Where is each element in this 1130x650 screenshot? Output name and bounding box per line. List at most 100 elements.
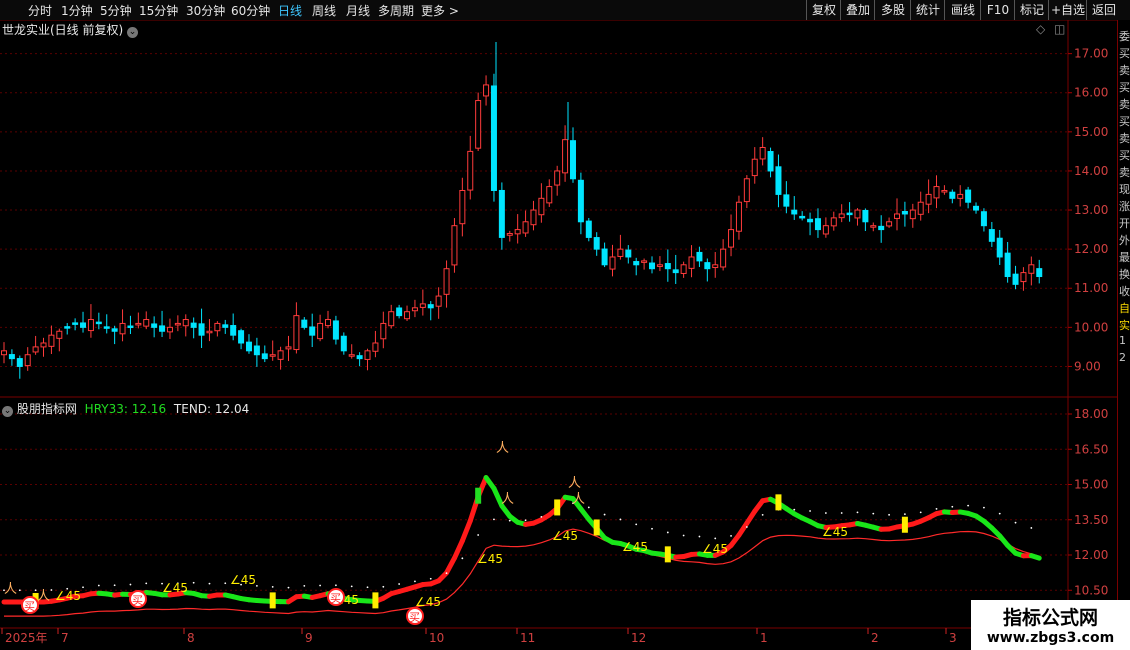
candle-body (704, 262, 711, 270)
price-tick-label: 9.00 (1074, 359, 1101, 373)
peak-person-icon: 人 (37, 589, 50, 604)
candle-body (807, 218, 814, 223)
envelope-dot (477, 534, 480, 536)
envelope-dot (682, 534, 685, 537)
watermark-title: 指标公式网 (1002, 607, 1098, 629)
candle-body (901, 211, 908, 215)
angle-label: ∠45 (822, 525, 848, 539)
indicator-tick-label: 18.00 (1074, 407, 1108, 421)
candle-body (388, 311, 395, 327)
envelope-dot (603, 513, 606, 516)
envelope-dot (382, 585, 385, 588)
envelope-dot (366, 586, 369, 589)
candle-body (411, 307, 418, 312)
trend-ribbon-seg (1028, 553, 1042, 561)
candle-body (40, 342, 47, 348)
candle-body (372, 342, 379, 352)
candle-body (340, 335, 347, 352)
stock-chart-canvas[interactable]: 17.00 16.00 15.00 14.00 13.00 12.00 11.00 10.00… (0, 0, 1130, 650)
candle-body (293, 315, 300, 351)
signal-bar (901, 516, 908, 533)
candle-body (498, 189, 505, 238)
candle-body (230, 325, 237, 336)
candle-body (166, 326, 173, 333)
candle-body (720, 248, 727, 268)
strip-char-7: 买 (1119, 149, 1130, 162)
candle-body (562, 139, 569, 174)
candle-body (569, 140, 576, 180)
candle-body (751, 158, 758, 177)
envelope-dot (192, 581, 195, 584)
signal-bar (593, 519, 600, 536)
strip-char-15: 收 (1119, 285, 1130, 298)
window-icon[interactable]: ◫ (1054, 22, 1065, 36)
candle-body (514, 229, 521, 235)
candle-body (617, 248, 624, 257)
signal-bar (475, 487, 482, 504)
candle-body (925, 193, 932, 205)
trend-ribbon-seg (451, 538, 465, 561)
envelope-dot (745, 526, 748, 528)
collapse-icon[interactable]: ⌄ (2, 406, 13, 417)
candle-body (996, 237, 1003, 258)
candle-body (48, 334, 55, 347)
candle-body (364, 350, 371, 360)
envelope-dot (461, 557, 464, 560)
candle-body (356, 355, 363, 360)
envelope-dot (856, 511, 859, 514)
candle-body (245, 341, 252, 352)
envelope-dot (129, 583, 132, 586)
indicator-title: 股朋指标网 (16, 402, 77, 416)
candle-body (119, 322, 126, 335)
price-tick-label: 16.00 (1074, 86, 1108, 100)
signal-bar (554, 499, 561, 516)
envelope-dot (651, 527, 653, 530)
candle-body (317, 322, 324, 340)
peak-person-icon: 人 (501, 492, 514, 507)
candle-body (325, 319, 332, 327)
price-tick-label: 11.00 (1074, 281, 1108, 295)
candle-body (506, 233, 513, 236)
envelope-dot (18, 589, 21, 592)
envelope-dot (335, 584, 337, 587)
peak-person-icon: 人 (568, 476, 581, 491)
candle-body (435, 295, 442, 307)
diamond-icon[interactable]: ◇ (1036, 22, 1045, 36)
candle-body (427, 304, 434, 309)
envelope-dot (493, 518, 495, 521)
candle-body (712, 264, 719, 269)
signal-bar (664, 546, 671, 563)
candle-body (253, 345, 260, 356)
envelope-dot (524, 519, 527, 522)
candle-body (838, 213, 845, 219)
candle-body (554, 170, 561, 186)
candle-body (649, 262, 656, 270)
candle-body (111, 328, 118, 332)
candle-body (538, 197, 545, 216)
candle-body (775, 166, 782, 195)
strip-char-1: 买 (1119, 47, 1130, 60)
candle-body (348, 354, 355, 357)
candle-body (672, 269, 679, 274)
candle-body (1, 350, 7, 356)
envelope-dot (224, 582, 227, 585)
candle-body (1012, 273, 1019, 285)
signal-bar (372, 592, 379, 609)
candle-body (135, 322, 142, 326)
indicator-tick-label: 15.00 (1074, 478, 1108, 492)
candle-body (822, 225, 829, 235)
envelope-dot (983, 506, 985, 509)
strip-char-10: 涨 (1119, 200, 1130, 213)
chevron-down-icon[interactable]: ⌄ (127, 27, 139, 38)
candle-body (174, 322, 181, 326)
signal-bar (269, 592, 276, 609)
candle-body (664, 263, 671, 270)
candle-body (1036, 268, 1043, 278)
indicator-tick-label: 10.50 (1074, 583, 1108, 597)
envelope-dot (809, 510, 811, 512)
indicator-tick-label: 13.50 (1074, 513, 1108, 527)
indicator-tick-label: 12.00 (1074, 548, 1108, 562)
envelope-dot (350, 585, 353, 588)
candle-body (261, 353, 268, 360)
candle-body (301, 319, 308, 328)
